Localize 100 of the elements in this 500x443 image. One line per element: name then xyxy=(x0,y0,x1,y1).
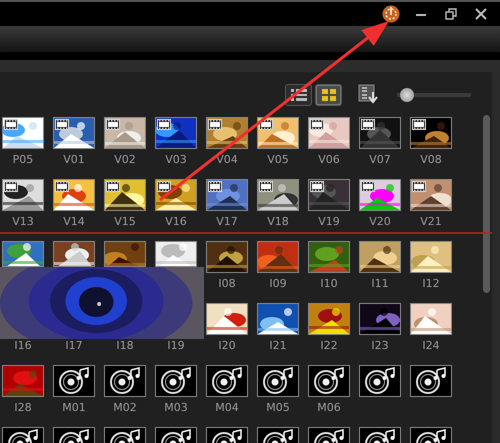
clip-label: I19 xyxy=(167,339,185,352)
clip-label: V19 xyxy=(318,215,340,228)
film-icon xyxy=(208,119,222,130)
clip-label: I22 xyxy=(320,339,338,352)
video-thumbnail[interactable] xyxy=(359,117,401,149)
clip-label: V17 xyxy=(216,215,238,228)
clip-label: V20 xyxy=(369,215,391,228)
film-icon xyxy=(157,119,171,130)
film-icon xyxy=(259,181,273,192)
clip-label: V03 xyxy=(165,153,187,166)
audio-thumbnail[interactable] xyxy=(206,365,248,397)
clip-label: M01 xyxy=(62,401,86,414)
film-icon xyxy=(412,119,426,130)
music-disc-icon xyxy=(364,367,396,395)
image-thumbnail[interactable] xyxy=(206,303,248,335)
film-icon xyxy=(4,181,18,192)
clip-label: I17 xyxy=(65,339,83,352)
music-disc-icon xyxy=(160,367,192,395)
audio-thumbnail[interactable] xyxy=(359,365,401,397)
video-thumbnail[interactable] xyxy=(104,117,146,149)
clip-label: I09 xyxy=(269,277,287,290)
clip-label: M06 xyxy=(317,401,341,414)
video-thumbnail[interactable] xyxy=(308,117,350,149)
grid-view-button[interactable] xyxy=(315,84,342,106)
video-thumbnail[interactable] xyxy=(206,117,248,149)
video-thumbnail[interactable] xyxy=(410,117,452,149)
clip-label: I28 xyxy=(14,401,32,414)
image-thumbnail[interactable] xyxy=(257,303,299,335)
clip-label: P05 xyxy=(12,153,34,166)
image-thumbnail[interactable] xyxy=(2,365,44,397)
clip-label: V18 xyxy=(267,215,289,228)
video-thumbnail[interactable] xyxy=(104,179,146,211)
film-icon xyxy=(310,119,324,130)
audio-thumbnail[interactable] xyxy=(308,365,350,397)
clip-label: I24 xyxy=(422,339,440,352)
film-icon xyxy=(55,181,69,192)
audio-thumbnail[interactable] xyxy=(155,365,197,397)
audio-thumbnail[interactable] xyxy=(257,365,299,397)
clip-label: V15 xyxy=(114,215,136,228)
sort-button[interactable] xyxy=(358,84,380,106)
image-thumbnail[interactable] xyxy=(308,303,350,335)
clip-label: V21 xyxy=(420,215,442,228)
clip-label: V05 xyxy=(267,153,289,166)
audio-thumbnail[interactable] xyxy=(53,365,95,397)
video-thumbnail[interactable] xyxy=(410,179,452,211)
image-thumbnail[interactable] xyxy=(359,241,401,273)
film-icon xyxy=(208,181,222,192)
clip-label: M02 xyxy=(113,401,137,414)
clip-label: V13 xyxy=(12,215,34,228)
video-thumbnail[interactable] xyxy=(257,179,299,211)
video-thumbnail[interactable] xyxy=(359,179,401,211)
film-icon xyxy=(259,119,273,130)
scrollbar-thumb[interactable] xyxy=(482,115,490,293)
clip-label: V06 xyxy=(318,153,340,166)
music-disc-icon xyxy=(211,367,243,395)
clip-label: V07 xyxy=(369,153,391,166)
audio-thumbnail[interactable] xyxy=(410,365,452,397)
video-thumbnail[interactable] xyxy=(308,179,350,211)
clip-label: I21 xyxy=(269,339,287,352)
image-thumbnail[interactable] xyxy=(257,241,299,273)
film-icon xyxy=(55,119,69,130)
film-icon xyxy=(361,181,375,192)
video-thumbnail[interactable] xyxy=(2,179,44,211)
audio-thumbnail[interactable] xyxy=(104,365,146,397)
video-thumbnail[interactable] xyxy=(257,117,299,149)
clip-label: I11 xyxy=(371,277,389,290)
clip-label: M03 xyxy=(164,401,188,414)
video-thumbnail[interactable] xyxy=(155,117,197,149)
image-thumbnail[interactable] xyxy=(206,241,248,273)
clip-label: M04 xyxy=(215,401,239,414)
clip-label: V14 xyxy=(63,215,85,228)
music-disc-icon xyxy=(415,367,447,395)
music-disc-icon xyxy=(313,367,345,395)
image-thumbnail[interactable] xyxy=(410,241,452,273)
app-logo-icon[interactable] xyxy=(380,4,402,24)
clip-label: I20 xyxy=(218,339,236,352)
video-thumbnail[interactable] xyxy=(53,179,95,211)
clip-label: I10 xyxy=(320,277,338,290)
clip-label: V04 xyxy=(216,153,238,166)
clip-label: V16 xyxy=(165,215,187,228)
clip-label: I18 xyxy=(116,339,134,352)
film-icon xyxy=(106,119,120,130)
clip-label: V08 xyxy=(420,153,442,166)
clip-label: I12 xyxy=(422,277,440,290)
video-thumbnail[interactable] xyxy=(155,179,197,211)
video-thumbnail[interactable] xyxy=(2,117,44,149)
film-icon xyxy=(310,181,324,192)
clip-label: I23 xyxy=(371,339,389,352)
film-icon xyxy=(361,119,375,130)
image-thumbnail[interactable] xyxy=(410,303,452,335)
clip-label: V02 xyxy=(114,153,136,166)
video-thumbnail[interactable] xyxy=(53,117,95,149)
clip-label: I08 xyxy=(218,277,236,290)
grid-icon xyxy=(322,88,336,100)
image-thumbnail[interactable] xyxy=(308,241,350,273)
music-disc-icon xyxy=(109,367,141,395)
image-thumbnail[interactable] xyxy=(359,303,401,335)
video-thumbnail[interactable] xyxy=(206,179,248,211)
clip-label: V01 xyxy=(63,153,85,166)
film-icon xyxy=(157,181,171,192)
